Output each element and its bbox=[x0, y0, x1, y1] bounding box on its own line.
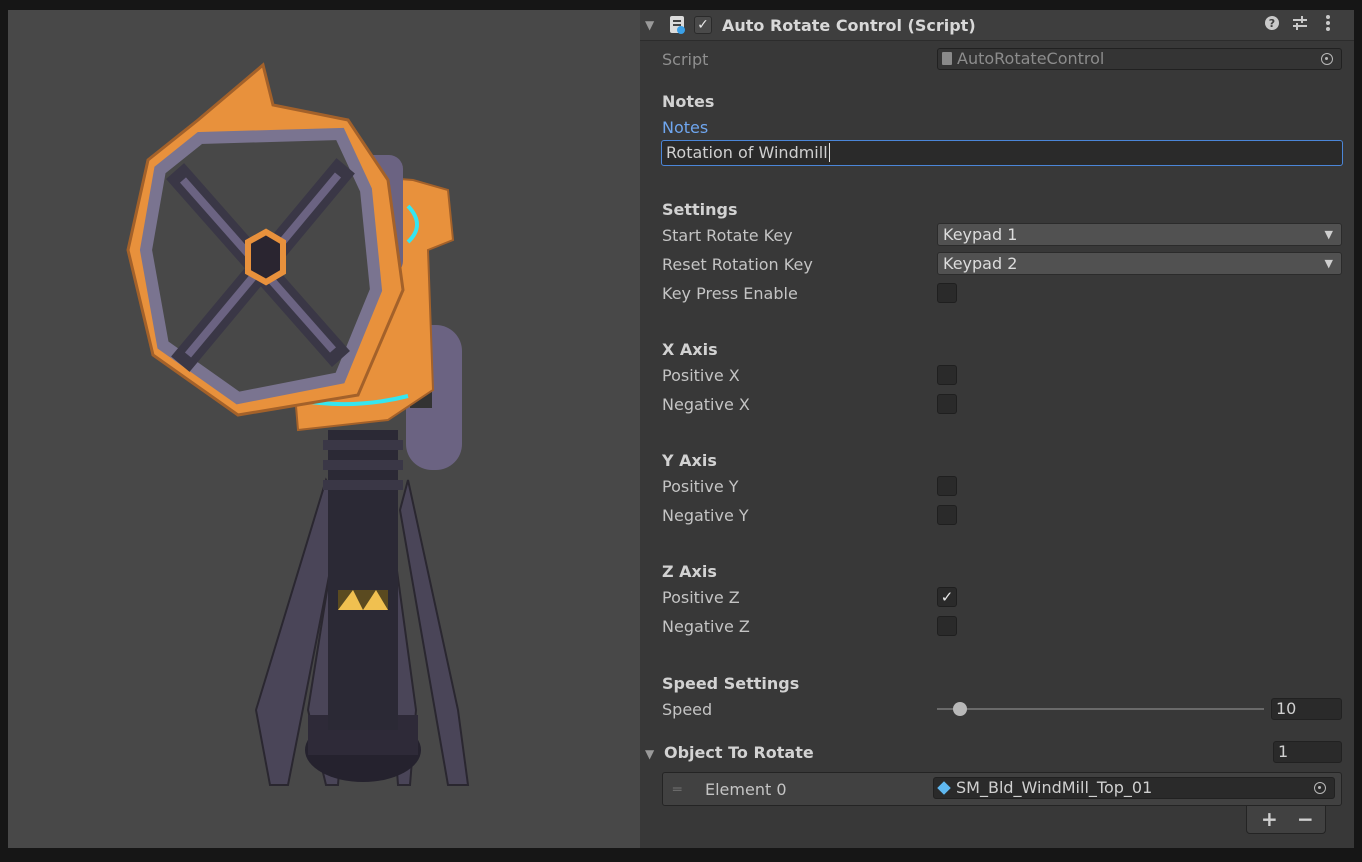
script-file-icon bbox=[942, 52, 952, 65]
list-footer: + − bbox=[1246, 806, 1326, 834]
speed-settings-header: Speed Settings bbox=[662, 674, 800, 693]
positive-y-checkbox[interactable] bbox=[937, 476, 957, 496]
object-list-body: ═ Element 0 SM_Bld_WindMill_Top_01 bbox=[662, 772, 1342, 806]
remove-element-button[interactable]: − bbox=[1297, 807, 1314, 831]
script-field[interactable]: AutoRotateControl bbox=[937, 48, 1342, 70]
inspector-panel: ▼ ✓ Auto Rotate Control (Script) ? Scrip… bbox=[640, 10, 1354, 848]
preset-icon[interactable] bbox=[1292, 15, 1308, 35]
negative-y-checkbox[interactable] bbox=[937, 505, 957, 525]
component-header[interactable]: ▼ ✓ Auto Rotate Control (Script) ? bbox=[640, 10, 1354, 41]
windmill-blade-ring bbox=[126, 62, 405, 417]
object-picker-icon[interactable] bbox=[1314, 782, 1326, 794]
z-axis-header: Z Axis bbox=[662, 562, 717, 581]
object-list-foldout-icon[interactable]: ▼ bbox=[645, 747, 654, 761]
notes-text-field[interactable]: Rotation of Windmill bbox=[661, 140, 1343, 166]
list-size-field[interactable]: 1 bbox=[1273, 741, 1342, 763]
positive-z-label: Positive Z bbox=[662, 588, 740, 607]
y-axis-header: Y Axis bbox=[662, 451, 717, 470]
speed-value-field[interactable]: 10 bbox=[1271, 698, 1342, 720]
kebab-menu-icon[interactable] bbox=[1324, 14, 1332, 36]
negative-x-label: Negative X bbox=[662, 395, 750, 414]
start-rotate-key-value: Keypad 1 bbox=[943, 225, 1018, 244]
positive-y-label: Positive Y bbox=[662, 477, 739, 496]
key-press-enable-label: Key Press Enable bbox=[662, 284, 798, 303]
negative-y-label: Negative Y bbox=[662, 506, 749, 525]
speed-slider-track[interactable] bbox=[937, 708, 1264, 710]
svg-text:?: ? bbox=[1269, 17, 1275, 30]
negative-z-label: Negative Z bbox=[662, 617, 750, 636]
negative-x-checkbox[interactable] bbox=[937, 394, 957, 414]
element-0-value: SM_Bld_WindMill_Top_01 bbox=[956, 778, 1153, 797]
object-to-rotate-header: Object To Rotate bbox=[664, 743, 814, 762]
positive-x-label: Positive X bbox=[662, 366, 740, 385]
dropdown-arrow-icon: ▼ bbox=[1324, 257, 1333, 270]
speed-slider-handle[interactable] bbox=[952, 702, 967, 716]
object-picker-icon[interactable] bbox=[1321, 53, 1333, 65]
x-axis-header: X Axis bbox=[662, 340, 718, 359]
windmill-model-render bbox=[126, 62, 470, 786]
drag-handle-icon[interactable]: ═ bbox=[673, 782, 681, 798]
element-0-field[interactable]: SM_Bld_WindMill_Top_01 bbox=[933, 777, 1335, 799]
help-icon[interactable]: ? bbox=[1264, 15, 1280, 35]
component-enabled-checkbox[interactable]: ✓ bbox=[694, 16, 712, 34]
script-component-icon bbox=[670, 16, 685, 34]
windmill-pole bbox=[328, 430, 398, 730]
add-element-button[interactable]: + bbox=[1261, 807, 1278, 831]
dropdown-arrow-icon: ▼ bbox=[1324, 228, 1333, 241]
key-press-enable-checkbox[interactable] bbox=[937, 283, 957, 303]
notes-text-value: Rotation of Windmill bbox=[666, 143, 828, 162]
reset-rotation-key-value: Keypad 2 bbox=[943, 254, 1018, 273]
notes-label: Notes bbox=[662, 118, 709, 137]
reset-rotation-key-dropdown[interactable]: Keypad 2 ▼ bbox=[937, 252, 1342, 275]
settings-header: Settings bbox=[662, 200, 738, 219]
text-caret bbox=[828, 143, 830, 162]
foldout-arrow-icon[interactable]: ▼ bbox=[645, 18, 654, 32]
positive-z-checkbox[interactable]: ✓ bbox=[937, 587, 957, 607]
script-field-value: AutoRotateControl bbox=[957, 49, 1105, 68]
element-0-label: Element 0 bbox=[705, 780, 787, 799]
script-label: Script bbox=[662, 50, 709, 69]
start-rotate-key-dropdown[interactable]: Keypad 1 ▼ bbox=[937, 223, 1342, 246]
notes-header: Notes bbox=[662, 92, 715, 111]
component-title: Auto Rotate Control (Script) bbox=[722, 16, 976, 35]
reset-rotation-key-label: Reset Rotation Key bbox=[662, 255, 813, 274]
prefab-cube-icon bbox=[937, 781, 951, 795]
negative-z-checkbox[interactable] bbox=[937, 616, 957, 636]
speed-label: Speed bbox=[662, 700, 713, 719]
scene-viewport[interactable] bbox=[8, 10, 640, 848]
positive-x-checkbox[interactable] bbox=[937, 365, 957, 385]
start-rotate-key-label: Start Rotate Key bbox=[662, 226, 793, 245]
